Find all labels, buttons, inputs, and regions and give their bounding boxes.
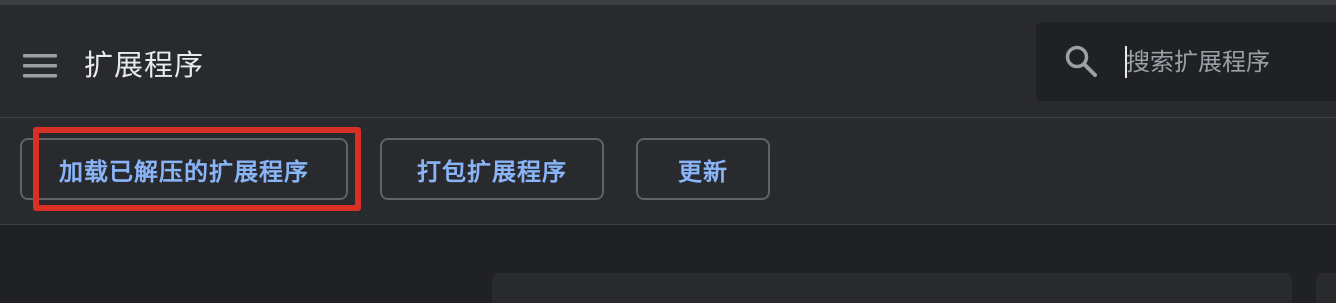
- developer-toolbar: 加载已解压的扩展程序 打包扩展程序 更新: [0, 118, 1336, 224]
- hamburger-menu-icon: [23, 54, 57, 78]
- search-input[interactable]: [1126, 42, 1336, 82]
- main-menu-button[interactable]: [20, 46, 60, 86]
- page-title: 扩展程序: [84, 48, 205, 82]
- pack-extension-button[interactable]: 打包扩展程序: [380, 138, 604, 200]
- extensions-header: 扩展程序: [0, 5, 1336, 117]
- text-caret: [1125, 46, 1127, 78]
- load-unpacked-button[interactable]: 加载已解压的扩展程序: [20, 138, 348, 200]
- extensions-content-area: [0, 225, 1336, 303]
- update-button[interactable]: 更新: [636, 138, 770, 200]
- extension-card: [492, 273, 1292, 303]
- search-icon[interactable]: [1064, 44, 1098, 78]
- extension-card-partial: [1316, 273, 1336, 303]
- search-box[interactable]: [1036, 22, 1336, 101]
